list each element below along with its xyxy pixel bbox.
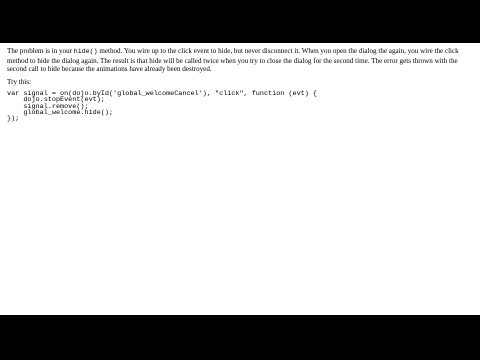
- answer-paragraph: The problem is in your hide() method. Yo…: [7, 47, 473, 74]
- video-frame: The problem is in your hide() method. Yo…: [0, 0, 480, 360]
- code-block: var signal = on(dojo.byId('global_welcom…: [7, 91, 473, 123]
- try-this-label: Try this:: [7, 77, 31, 86]
- method-name-code: hide(): [73, 48, 98, 55]
- answer-content: The problem is in your hide() method. Yo…: [7, 47, 473, 122]
- code-line: });: [7, 114, 20, 123]
- answer-text-start: The problem is in your: [7, 47, 73, 55]
- answer-page: The problem is in your hide() method. Yo…: [0, 43, 480, 315]
